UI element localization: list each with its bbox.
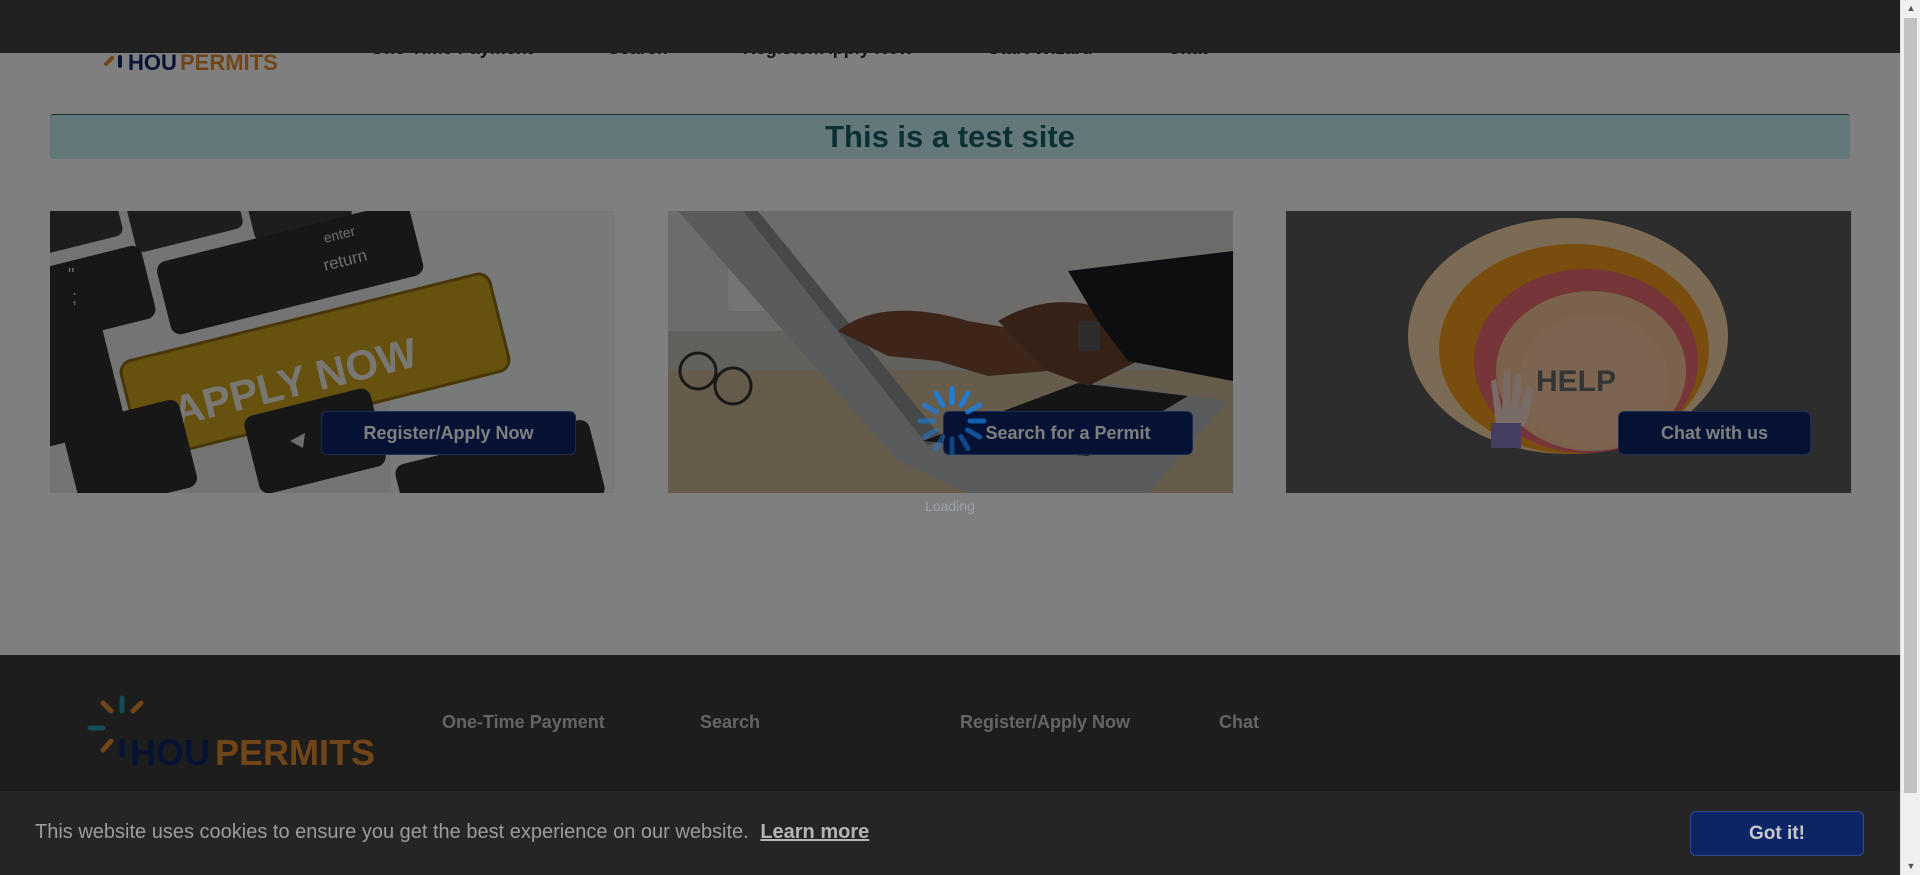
loading-text: Loading (925, 498, 975, 514)
cookie-consent-bar: This website uses cookies to ensure you … (0, 791, 1900, 875)
cookie-accept-button[interactable]: Got it! (1690, 811, 1864, 856)
cookie-message: This website uses cookies to ensure you … (35, 821, 869, 844)
scroll-down-arrow-icon[interactable]: ▼ (1901, 858, 1920, 875)
scrollbar-thumb[interactable] (1904, 18, 1917, 793)
cookie-message-text: This website uses cookies to ensure you … (35, 821, 749, 843)
learn-more-link[interactable]: Learn more (760, 821, 869, 843)
top-bar (0, 0, 1900, 53)
loading-spinner-icon (917, 386, 987, 456)
vertical-scrollbar[interactable]: ▲ ▼ (1900, 0, 1920, 875)
scroll-up-arrow-icon[interactable]: ▲ (1901, 0, 1920, 17)
